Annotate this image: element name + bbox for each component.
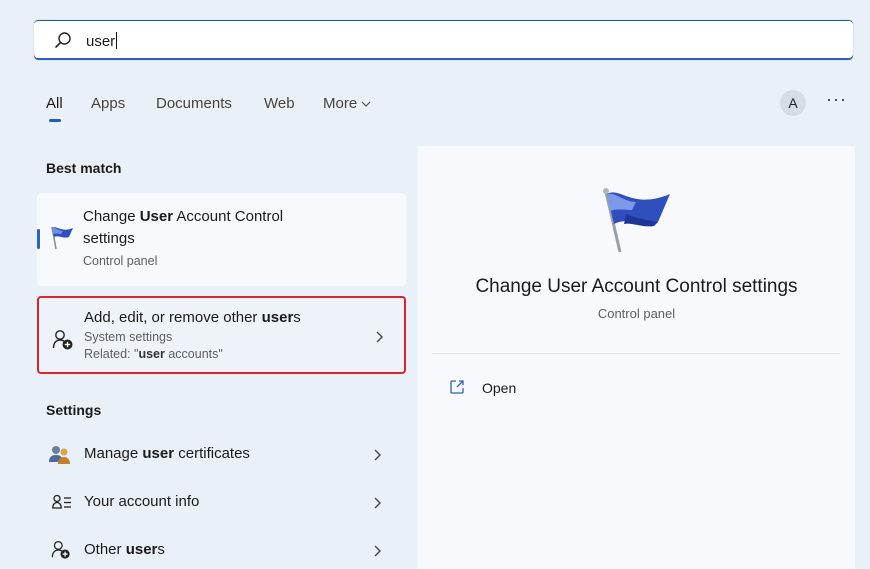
settings-item-manage-certificates[interactable]: Manage user certificates	[46, 441, 406, 469]
avatar[interactable]: A	[780, 90, 806, 116]
settings-item-label: Other users	[84, 541, 165, 558]
chevron-right-icon	[376, 331, 383, 343]
highlighted-item-title: Add, edit, or remove other users	[84, 307, 301, 329]
highlighted-title-post: s	[293, 309, 301, 326]
settings-item-label: Manage user certificates	[84, 445, 250, 462]
add-user-icon	[52, 330, 73, 350]
tab-all[interactable]: All	[46, 95, 63, 112]
highlighted-title-pre: Add, edit, or remove other	[84, 309, 262, 326]
best-match-item[interactable]: Change User Account Control settings Con…	[37, 193, 406, 286]
settings-item-your-account-info[interactable]: Your account info	[46, 489, 406, 517]
related-pre: Related: "	[84, 347, 139, 361]
chevron-right-icon	[374, 545, 381, 557]
settings-item-pre: Your account info	[84, 493, 200, 510]
account-info-icon	[52, 494, 71, 509]
tab-more-label: More	[323, 95, 358, 112]
open-external-icon	[450, 380, 464, 394]
uac-flag-icon	[603, 188, 670, 253]
related-bold: user	[138, 347, 165, 361]
divider	[432, 353, 840, 354]
best-match-subtitle: Control panel	[83, 254, 158, 268]
settings-item-bold: user	[142, 445, 175, 462]
settings-heading: Settings	[46, 402, 102, 418]
add-edit-remove-users-item[interactable]: Add, edit, or remove other users System …	[37, 296, 406, 374]
uac-flag-icon	[51, 226, 73, 250]
tab-more[interactable]: More	[323, 95, 371, 112]
tab-documents[interactable]: Documents	[156, 95, 232, 112]
best-match-title-line2: settings	[83, 230, 135, 247]
settings-item-pre: Other	[84, 541, 126, 558]
settings-item-other-users[interactable]: Other users	[46, 537, 406, 565]
related-post: accounts"	[164, 347, 223, 361]
best-match-title-post: Account Control	[173, 208, 284, 225]
settings-item-label: Your account info	[84, 493, 199, 510]
best-match-title-bold: User	[139, 208, 174, 225]
chevron-down-icon	[361, 101, 371, 107]
open-label: Open	[482, 380, 517, 396]
preview-subtitle: Control panel	[597, 306, 676, 321]
best-match-title-pre: Change	[83, 208, 140, 225]
active-tab-indicator	[49, 119, 61, 122]
more-options-icon[interactable]: ···	[826, 89, 847, 110]
search-box[interactable]: user	[33, 19, 854, 61]
settings-item-post: s	[157, 541, 165, 558]
search-icon	[55, 32, 71, 48]
highlighted-item-related: Related: "user accounts"	[84, 346, 301, 363]
search-input[interactable]: user	[86, 32, 117, 50]
tab-web[interactable]: Web	[264, 95, 295, 112]
highlighted-title-bold: user	[261, 309, 294, 326]
settings-item-bold: user	[125, 541, 158, 558]
certificate-icon	[49, 446, 70, 464]
preview-title: Change User Account Control settings	[475, 276, 798, 297]
best-match-heading: Best match	[46, 160, 122, 176]
highlighted-item-subtitle: System settings	[84, 330, 173, 344]
settings-item-pre: Manage	[84, 445, 143, 462]
tab-apps[interactable]: Apps	[91, 95, 125, 112]
best-match-title: Change User Account Control	[83, 206, 283, 228]
preview-panel: Change User Account Control settings Con…	[418, 146, 855, 569]
chevron-right-icon	[374, 497, 381, 509]
selection-indicator	[37, 229, 40, 249]
chevron-right-icon	[374, 449, 381, 461]
add-user-icon	[51, 541, 70, 559]
settings-item-post: certificates	[174, 445, 250, 462]
